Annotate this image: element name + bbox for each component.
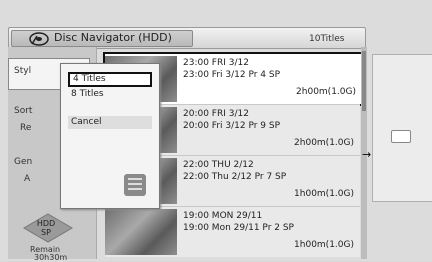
menu-item-8-titles[interactable]: 8 Titles — [68, 88, 152, 101]
scrollbar-thumb[interactable] — [362, 51, 366, 111]
genre-value: A — [24, 174, 31, 184]
title-duration: 2h00m(1.0G) — [296, 87, 356, 97]
hdd-label: HDD — [36, 219, 56, 228]
header-bar: Disc Navigator (HDD) 10Titles — [8, 27, 366, 49]
page-title: Disc Navigator (HDD) — [54, 31, 172, 44]
sort-value: Re — [20, 123, 32, 133]
recording-mode: SP — [41, 228, 51, 237]
title-count: 10Titles — [309, 34, 345, 44]
title-line1: 20:00 FRI 3/12 — [183, 109, 249, 119]
list-icon — [124, 174, 146, 196]
right-arrow-icon: → — [362, 148, 372, 161]
title-duration: 1h00m(1.0G) — [294, 240, 354, 250]
genre-label[interactable]: Gen — [14, 157, 32, 167]
menu-item-4-titles[interactable]: 4 Titles — [68, 72, 152, 87]
hdd-mode-label: HDD SP — [34, 219, 58, 237]
sort-label[interactable]: Sort — [14, 106, 32, 116]
play-button[interactable] — [391, 130, 411, 143]
style-label: Styl — [14, 66, 32, 76]
title-line1: 22:00 THU 2/12 — [183, 160, 254, 170]
title-line1: 19:00 MON 29/11 — [183, 211, 263, 221]
title-line2: 19:00 Mon 29/11 Pr 2 SP — [183, 223, 294, 233]
title-line2: 22:00 Thu 2/12 Pr 7 SP — [183, 172, 287, 182]
title-line1: 23:00 FRI 3/12 — [183, 58, 249, 68]
title-row[interactable]: 19:00 MON 29/11 19:00 Mon 29/11 Pr 2 SP … — [105, 206, 360, 257]
right-panel — [372, 54, 432, 202]
title-line2: 23:00 Fri 3/12 Pr 4 SP — [183, 70, 281, 80]
cancel-button[interactable]: Cancel — [68, 116, 152, 129]
title-duration: 2h00m(1.0G) — [294, 138, 354, 148]
title-count-popup: 4 Titles 8 Titles Cancel — [60, 63, 160, 209]
disc-icon — [29, 32, 49, 46]
title-line2: 20:00 Fri 3/12 Pr 9 SP — [183, 121, 281, 131]
title-duration: 1h00m(1.0G) — [294, 189, 354, 199]
title-thumbnail — [105, 209, 177, 255]
